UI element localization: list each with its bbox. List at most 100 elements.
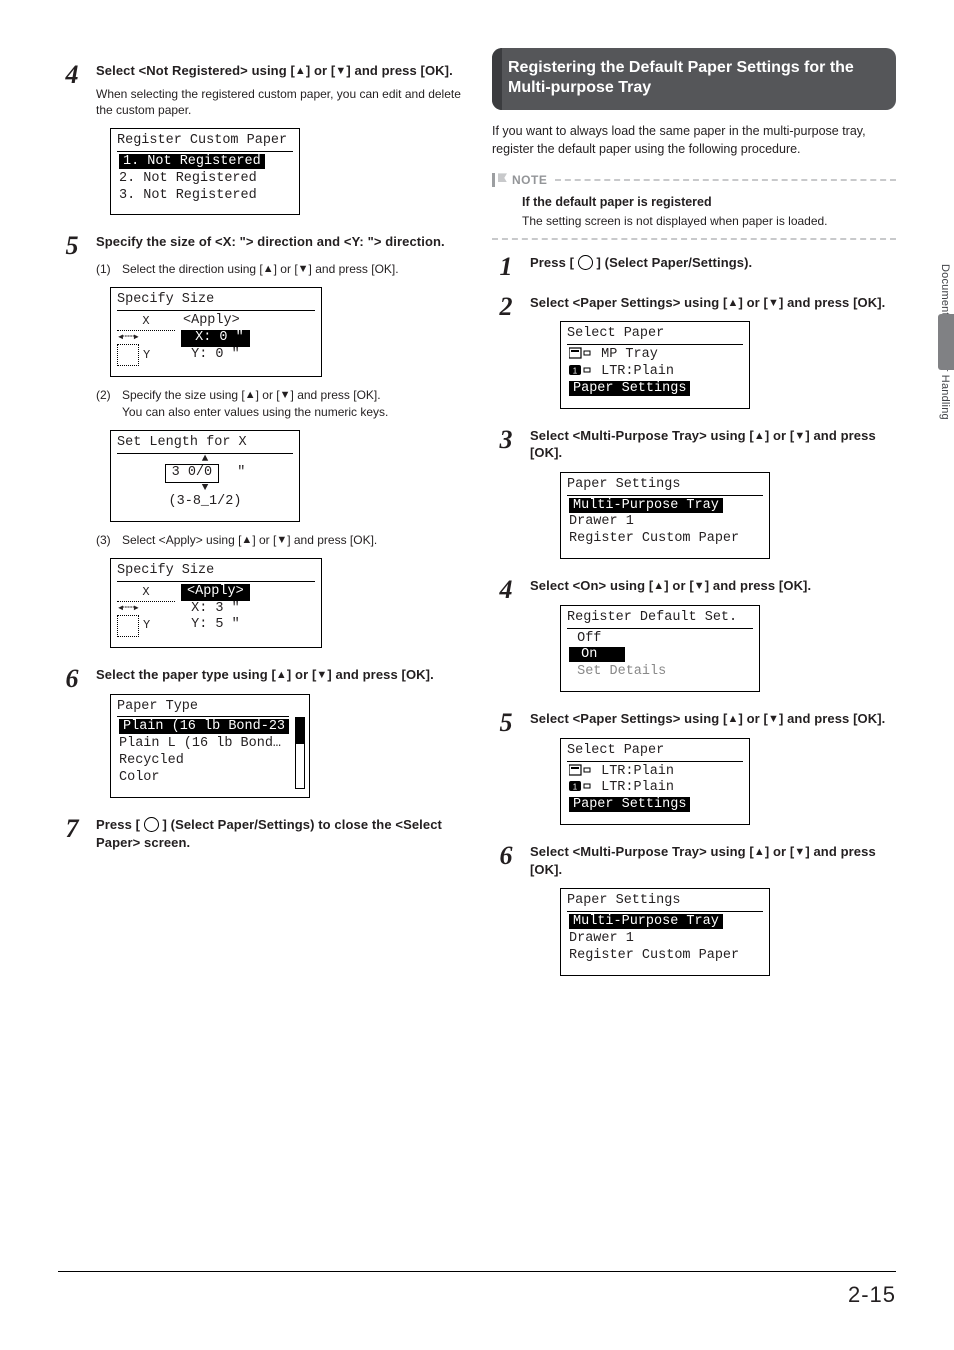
substep-text: Select the direction using [] or [] and … [122, 261, 399, 277]
lcd-range: (3-8_1/2) [117, 494, 293, 511]
left-column: 4 Select <Not Registered> using [ ] or []… [58, 48, 462, 980]
t: ] (Select Paper/Settings). [593, 255, 752, 270]
svg-text:1: 1 [573, 366, 578, 375]
lcd-row: Register Custom Paper [567, 531, 763, 548]
lcd-title: Select Paper [567, 743, 743, 762]
step-6: 6 Select the paper type using [ ] or [ ] a… [58, 666, 462, 802]
t: ] or [ [274, 262, 298, 276]
manual-page: Document and Paper Handling 4 Select <No… [0, 0, 954, 1350]
lcd-row: Y: 0 " [181, 347, 315, 364]
r-step-3: 3 Select <Multi-Purpose Tray> using [] o… [492, 427, 896, 564]
step-number: 4 [492, 577, 520, 696]
lcd-row: 1 LTR:Plain [567, 364, 743, 381]
lcd-title: Specify Size [117, 292, 315, 311]
lcd-row-disabled: Set Details [567, 664, 753, 681]
t: ] and press [OK]. [291, 388, 381, 402]
lcd-row: Plain L (16 lb Bond… [117, 736, 289, 753]
step-title: Select <On> using [] or [] and press [OK… [530, 577, 896, 595]
lcd-row: 2. Not Registered [117, 171, 293, 188]
note-divider [492, 238, 896, 240]
lcd-row: Color [117, 770, 289, 787]
lcd-row: Recycled [117, 753, 289, 770]
lcd-apply: <Apply> [181, 313, 315, 330]
lcd-scrollbar-thumb [296, 718, 304, 744]
note-body: If the default paper is registered The s… [522, 194, 896, 229]
step-title: Select <Paper Settings> using [] or [] a… [530, 710, 896, 728]
substep-3: (3) Select <Apply> using [] or [] and pr… [96, 532, 462, 548]
lcd-title: Specify Size [117, 563, 315, 582]
substep-1: (1) Select the direction using [] or [] … [96, 261, 462, 277]
note-label: NOTE [512, 172, 547, 188]
circle-button-icon [144, 817, 159, 832]
t: ] or [ [765, 844, 794, 859]
step-title: Select <Multi-Purpose Tray> using [] or … [530, 427, 896, 462]
xy-values: <Apply> X: 3 " Y: 5 " [181, 584, 315, 637]
down-triangle-icon [316, 668, 327, 683]
step-number: 4 [58, 62, 86, 219]
t: ] and press [OK]. [327, 667, 433, 682]
lcd-row-selected: Multi-Purpose Tray [569, 498, 723, 513]
substep-number: (3) [96, 532, 116, 548]
step-title: Select <Paper Settings> using [] or [] a… [530, 294, 896, 312]
section-intro: If you want to always load the same pape… [492, 122, 896, 158]
step-title: Select the paper type using [ ] or [ ] and… [96, 666, 462, 684]
substep-text: Select <Apply> using [] or [] and press … [122, 532, 377, 548]
lcd-row-selected: Paper Settings [569, 381, 690, 396]
down-triangle-icon [694, 579, 705, 594]
lcd-row: MP Tray [567, 347, 743, 364]
lcd-row: Drawer 1 [567, 931, 763, 948]
t: Select <Paper Settings> using [ [530, 711, 727, 726]
t: Specify the size using [ [122, 388, 245, 402]
note-desc: The setting screen is not displayed when… [522, 213, 896, 229]
lcd-row-selected: Paper Settings [569, 797, 690, 812]
note-flag-icon [492, 173, 504, 187]
step-title: Press [ ] (Select Paper/Settings). [530, 254, 896, 272]
footer-rule [58, 1271, 896, 1272]
t: Select the paper type using [ [96, 667, 276, 682]
lcd-row-selected: On [569, 647, 625, 662]
step-number: 1 [492, 254, 520, 280]
lcd-paper-type: Paper Type Plain (16 lb Bond-23 Plain L … [110, 694, 310, 798]
lcd-title: Register Default Set. [567, 610, 753, 629]
lcd-row: Register Custom Paper [567, 948, 763, 965]
lcd-entry: 3 0/0 [165, 464, 220, 483]
step-title: Specify the size of <X: "> direction and… [96, 233, 462, 251]
circle-button-icon [578, 255, 593, 270]
t: ] and press [OK]. [346, 63, 452, 78]
step-number: 5 [58, 233, 86, 652]
lcd-specify-size-2: Specify Size X ◂┄┄▸ Y <Apply> X: 3 " Y: … [110, 558, 322, 648]
lcd-row: Drawer 1 [567, 514, 763, 531]
r-step-4: 4 Select <On> using [] or [] and press [… [492, 577, 896, 696]
step-title: Select <Not Registered> using [ ] or [ ] a… [96, 62, 462, 80]
lcd-row-selected: Multi-Purpose Tray [569, 914, 723, 929]
lcd-row-selected: 1. Not Registered [119, 154, 265, 169]
t: Press [ [530, 255, 578, 270]
substep-number: (2) [96, 387, 116, 419]
r-step-1: 1 Press [ ] (Select Paper/Settings). [492, 254, 896, 280]
t: ] or [ [664, 578, 693, 593]
t: Select the direction using [ [122, 262, 263, 276]
step-number: 7 [58, 816, 86, 851]
down-triangle-icon [794, 845, 805, 860]
svg-text:1: 1 [573, 783, 578, 792]
t: Select <Multi-Purpose Tray> using [ [530, 428, 754, 443]
t: ] and press [OK]. [705, 578, 811, 593]
lcd-row-selected: X: 0 " [181, 330, 250, 347]
step-number: 6 [58, 666, 86, 802]
t: Select <Not Registered> using [ [96, 63, 295, 78]
mp-tray-icon [569, 347, 591, 359]
down-triangle-icon [335, 64, 346, 79]
t: Press [ [96, 817, 144, 832]
t: ] and press [OK]. [287, 533, 377, 547]
lcd-row: LTR:Plain [567, 764, 743, 781]
t: ] or [ [287, 667, 316, 682]
t: ] or [ [306, 63, 335, 78]
step-title: Select <Multi-Purpose Tray> using [] or … [530, 843, 896, 878]
step-5: 5 Specify the size of <X: "> direction a… [58, 233, 462, 652]
t: Select <Apply> using [ [122, 533, 241, 547]
down-triangle-icon [280, 388, 291, 403]
step-4: 4 Select <Not Registered> using [ ] or []… [58, 62, 462, 219]
step-number: 6 [492, 843, 520, 980]
t: LTR:Plain [593, 364, 674, 379]
lcd-row: X: 3 " [181, 601, 315, 618]
